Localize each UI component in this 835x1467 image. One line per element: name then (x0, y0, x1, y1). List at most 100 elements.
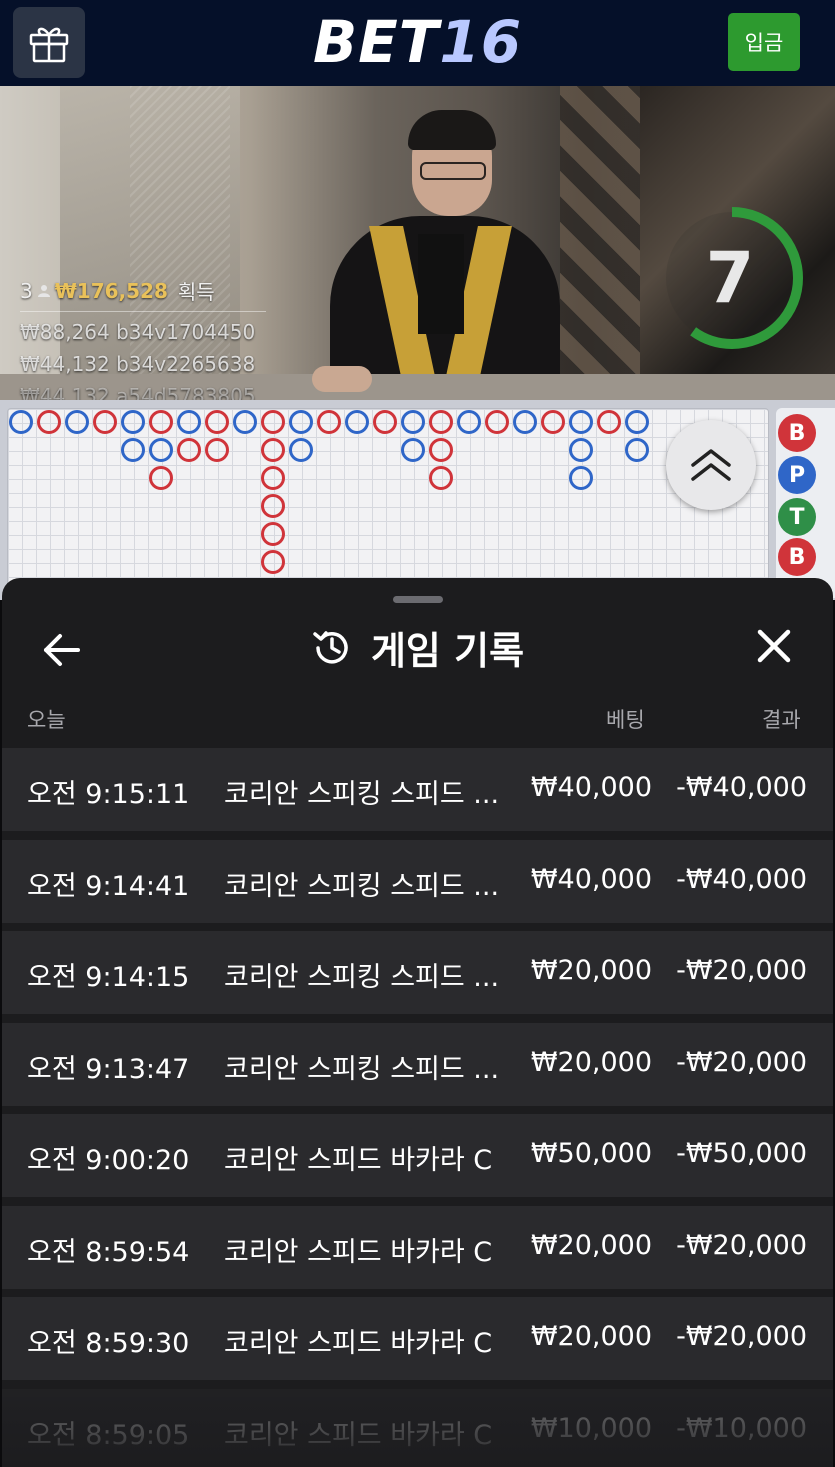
top-bar: BET16 입금 (0, 0, 835, 86)
row-bet: ₩10,000 (530, 1412, 652, 1444)
row-time: 오전 8:59:30 (27, 1328, 190, 1359)
winners-total: ₩176,528 (54, 278, 168, 303)
banker-bead (597, 410, 621, 434)
row-result: -₩40,000 (676, 772, 807, 803)
row-bet: ₩20,000 (530, 1229, 652, 1261)
banker-bead (317, 410, 341, 434)
live-video: 7 3 ₩176,528 획득 ₩88,264 b34v1704450 ₩44,… (0, 86, 835, 400)
predict-tie[interactable]: T (778, 498, 816, 536)
history-row[interactable]: 오전 9:13:47 코리안 스피킹 스피드 ... ₩20,000 -₩20,… (2, 1022, 833, 1106)
banker-bead (485, 410, 509, 434)
banker-bead (541, 410, 565, 434)
winners-count: 3 (20, 278, 33, 303)
banker-bead (261, 494, 285, 518)
banker-bead (429, 438, 453, 462)
player-bead (233, 410, 257, 434)
history-row[interactable]: 오전 9:14:41 코리안 스피킹 스피드 ... ₩40,000 -₩40,… (2, 839, 833, 923)
player-bead (569, 438, 593, 462)
column-header-bet: 베팅 (606, 708, 645, 732)
player-bead (149, 438, 173, 462)
banker-bead (429, 410, 453, 434)
row-game: 코리안 스피킹 스피드 ... (224, 1053, 500, 1085)
banker-bead (149, 466, 173, 490)
row-time: 오전 8:59:05 (27, 1419, 190, 1451)
history-row[interactable]: 오전 9:00:20 코리안 스피드 바카라 C ₩50,000 -₩50,00… (2, 1114, 833, 1197)
row-game: 코리안 스피드 바카라 C (224, 1145, 493, 1176)
predict-player[interactable]: P (778, 456, 816, 494)
close-icon (757, 629, 791, 663)
prediction-column: B P T B (776, 408, 835, 598)
player-bead (457, 410, 481, 434)
predict-banker[interactable]: B (778, 538, 816, 576)
row-bet: ₩40,000 (530, 863, 652, 895)
history-row[interactable]: 오전 9:15:11 코리안 스피킹 스피드 ... ₩40,000 -₩40,… (2, 748, 833, 831)
player-bead (177, 410, 201, 434)
row-result: -₩10,000 (676, 1412, 807, 1444)
winners-label: 획득 (177, 280, 215, 304)
row-bet: ₩20,000 (530, 955, 652, 986)
column-header-date: 오늘 (27, 708, 66, 732)
row-time: 오전 9:13:47 (27, 1053, 190, 1085)
brand-logo[interactable]: BET16 (0, 6, 835, 78)
sheet-header: 게임 기록 (2, 620, 833, 675)
banker-bead (261, 522, 285, 546)
banker-bead (37, 410, 61, 434)
bead-road-marks (9, 410, 649, 574)
expand-roadmap-button[interactable] (666, 420, 756, 510)
winners-panel: 3 ₩176,528 획득 ₩88,264 b34v1704450 ₩44,13… (20, 276, 270, 400)
row-game: 코리안 스피드 바카라 C (224, 1419, 493, 1451)
row-result: -₩20,000 (676, 1046, 807, 1078)
player-bead (513, 410, 537, 434)
row-result: -₩20,000 (676, 1229, 807, 1261)
player-bead (625, 410, 649, 434)
row-bet: ₩40,000 (530, 772, 652, 803)
player-bead (9, 410, 33, 434)
row-result: -₩20,000 (676, 1321, 807, 1352)
row-bet: ₩50,000 (530, 1138, 652, 1169)
close-button[interactable] (750, 622, 798, 670)
drag-handle[interactable] (393, 596, 443, 603)
banker-bead (177, 438, 201, 462)
row-result: -₩50,000 (676, 1138, 807, 1169)
history-list: 오전 9:15:11 코리안 스피킹 스피드 ... ₩40,000 -₩40,… (2, 748, 833, 1467)
row-time: 오전 9:14:41 (27, 870, 190, 902)
history-row[interactable]: 오전 8:59:30 코리안 스피드 바카라 C ₩20,000 -₩20,00… (2, 1297, 833, 1380)
winner-entry: ₩44,132 b34v2265638 (20, 352, 256, 376)
row-game: 코리안 스피드 바카라 C (224, 1236, 493, 1268)
user-icon (37, 284, 50, 297)
banker-bead (261, 438, 285, 462)
row-game: 코리안 스피킹 스피드 ... (224, 870, 500, 902)
player-bead (289, 438, 313, 462)
row-bet: ₩20,000 (530, 1046, 652, 1078)
chevron-double-up-icon (691, 449, 731, 481)
player-bead (569, 466, 593, 490)
banker-bead (261, 410, 285, 434)
player-bead (121, 410, 145, 434)
banker-bead (205, 438, 229, 462)
predict-banker[interactable]: B (778, 414, 816, 452)
history-row[interactable]: 오전 8:59:54 코리안 스피드 바카라 C ₩20,000 -₩20,00… (2, 1205, 833, 1289)
player-bead (401, 438, 425, 462)
player-bead (289, 410, 313, 434)
winner-entry: ₩44,132 a54d5783805 (20, 384, 256, 400)
sheet-title: 게임 기록 (370, 629, 525, 673)
banker-bead (429, 466, 453, 490)
player-bead (625, 438, 649, 462)
game-history-sheet: 게임 기록 오늘 베팅 결과 오전 9:15:11 코리안 스피킹 스피드 ..… (2, 578, 833, 1467)
banker-bead (261, 550, 285, 574)
row-game: 코리안 스피킹 스피드 ... (224, 962, 500, 993)
deposit-button[interactable]: 입금 (728, 13, 800, 71)
row-bet: ₩20,000 (530, 1321, 652, 1352)
logo-number: 16 (439, 8, 523, 76)
history-row[interactable]: 오전 9:14:15 코리안 스피킹 스피드 ... ₩20,000 -₩20,… (2, 931, 833, 1014)
row-game: 코리안 스피킹 스피드 ... (224, 779, 500, 810)
timer-value: 7 (706, 237, 755, 319)
player-bead (569, 410, 593, 434)
winner-entry: ₩88,264 b34v1704450 (20, 320, 256, 344)
column-header-result: 결과 (762, 708, 801, 732)
player-bead (345, 410, 369, 434)
banker-bead (149, 410, 173, 434)
banker-bead (93, 410, 117, 434)
history-row[interactable]: 오전 8:59:05 코리안 스피드 바카라 C ₩10,000 -₩10,00… (2, 1388, 833, 1467)
history-icon (313, 630, 348, 664)
